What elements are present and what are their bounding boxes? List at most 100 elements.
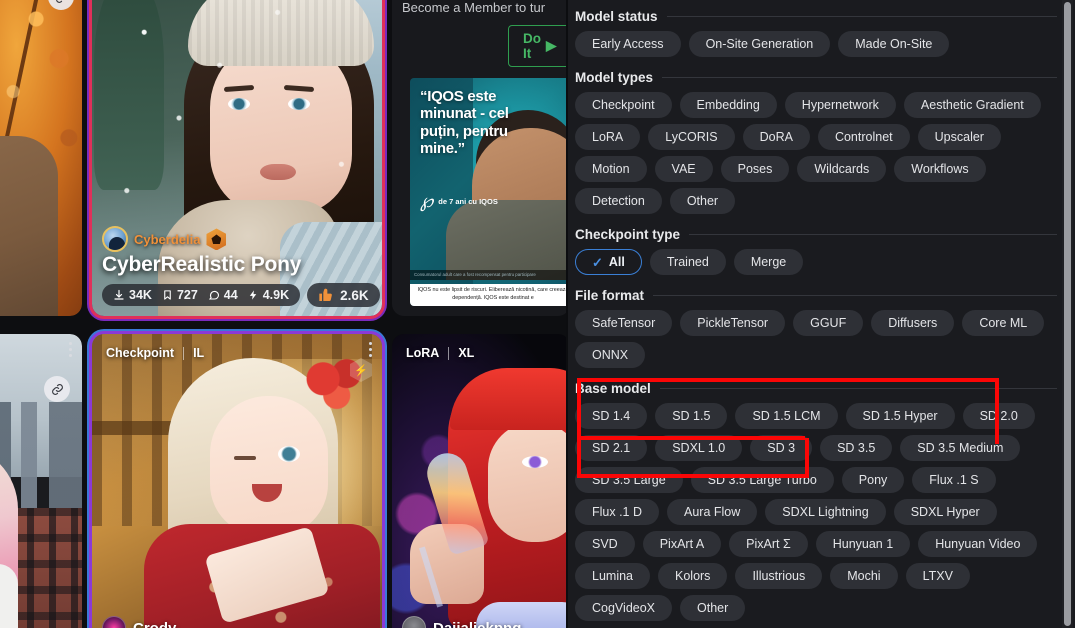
filter-pill-lycoris[interactable]: LyCORIS bbox=[648, 124, 735, 150]
panel-scrollbar[interactable] bbox=[1062, 0, 1073, 628]
comments-stat: 44 bbox=[208, 288, 238, 302]
do-it-button[interactable]: Do It ▶ bbox=[508, 25, 570, 67]
filter-pill-lora[interactable]: LoRA bbox=[575, 124, 641, 150]
filter-pill-detection[interactable]: Detection bbox=[575, 188, 662, 214]
filter-pill-pony[interactable]: Pony bbox=[841, 467, 905, 493]
filter-pill-sd-1-5-lcm[interactable]: SD 1.5 LCM bbox=[735, 403, 838, 429]
avatar[interactable] bbox=[102, 226, 128, 253]
card-uploader[interactable]: Daijaliekpnq bbox=[402, 616, 521, 628]
section-header: File format bbox=[575, 279, 1057, 310]
filter-pill-sd-3-5-medium[interactable]: SD 3.5 Medium bbox=[900, 435, 1021, 461]
filter-pill-trained[interactable]: Trained bbox=[649, 249, 726, 275]
filter-pill-other[interactable]: Other bbox=[669, 188, 736, 214]
filter-pill-pixart-a[interactable]: PixArt A bbox=[642, 531, 722, 557]
filter-pill-poses[interactable]: Poses bbox=[720, 156, 790, 182]
filter-pill-svd[interactable]: SVD bbox=[575, 531, 635, 557]
filter-pill-pickletensor[interactable]: PickleTensor bbox=[680, 310, 786, 336]
filter-options: Checkpoint Embedding Hypernetwork Aesthetic… bbox=[575, 92, 1057, 216]
filter-pill-label: DoRA bbox=[759, 130, 793, 144]
filter-pill-all[interactable]: ✓ All bbox=[575, 249, 642, 275]
filter-pill-label: Hunyuan 1 bbox=[832, 537, 894, 551]
filter-pill-sd-2-1[interactable]: SD 2.1 bbox=[575, 435, 648, 461]
filter-pill-core-ml[interactable]: Core ML bbox=[962, 310, 1045, 336]
filter-pill-mochi[interactable]: Mochi bbox=[830, 563, 898, 589]
filter-pill-label: CogVideoX bbox=[592, 601, 656, 615]
filter-pill-sd-3[interactable]: SD 3 bbox=[750, 435, 813, 461]
filter-pill-illustrious[interactable]: Illustrious bbox=[735, 563, 823, 589]
promo-text: Become a Member to tur bbox=[402, 0, 546, 15]
filter-pill-flux-1-d[interactable]: Flux .1 D bbox=[575, 499, 660, 525]
filter-pill-sdxl-1-0[interactable]: SDXL 1.0 bbox=[655, 435, 743, 461]
gallery-card-crody[interactable]: Checkpoint IL ⚡ Crody bbox=[92, 334, 382, 628]
filter-pill-other[interactable]: Other bbox=[680, 595, 746, 621]
thumbs-up-pill[interactable]: 2.6K bbox=[307, 283, 380, 307]
card-options-menu[interactable] bbox=[369, 342, 372, 357]
filter-panel: Model status Early Access On-Site Generati… bbox=[566, 0, 1075, 628]
filter-pill-wildcards[interactable]: Wildcards bbox=[797, 156, 887, 182]
filter-pill-controlnet[interactable]: Controlnet bbox=[817, 124, 910, 150]
filter-pill-motion[interactable]: Motion bbox=[575, 156, 647, 182]
filter-pill-workflows[interactable]: Workflows bbox=[894, 156, 986, 182]
filter-pill-sd-3-5[interactable]: SD 3.5 bbox=[820, 435, 893, 461]
filter-section-model-types: Model types Checkpoint Embedding Hypernetwo… bbox=[575, 61, 1057, 218]
filter-pill-on-site-generation[interactable]: On-Site Generation bbox=[688, 31, 831, 57]
filter-pill-label: Diffusers bbox=[888, 316, 938, 330]
filter-pill-sdxl-lightning[interactable]: SDXL Lightning bbox=[765, 499, 886, 525]
filter-pill-checkpoint[interactable]: Checkpoint bbox=[575, 92, 672, 118]
filter-pill-hypernetwork[interactable]: Hypernetwork bbox=[784, 92, 896, 118]
gallery-card-city[interactable] bbox=[0, 334, 82, 628]
link-chip-icon[interactable] bbox=[44, 376, 70, 402]
filter-pill-diffusers[interactable]: Diffusers bbox=[871, 310, 955, 336]
filter-pill-onnx[interactable]: ONNX bbox=[575, 342, 646, 368]
filter-pill-flux-1-s[interactable]: Flux .1 S bbox=[912, 467, 996, 493]
avatar[interactable] bbox=[402, 616, 426, 628]
filter-pill-label: Made On-Site bbox=[855, 37, 933, 51]
filter-pill-hunyuan-video[interactable]: Hunyuan Video bbox=[918, 531, 1038, 557]
filter-pill-ltxv[interactable]: LTXV bbox=[905, 563, 970, 589]
filter-pill-early-access[interactable]: Early Access bbox=[575, 31, 681, 57]
filter-pill-safetensor[interactable]: SafeTensor bbox=[575, 310, 673, 336]
avatar[interactable] bbox=[102, 616, 126, 628]
filter-pill-embedding[interactable]: Embedding bbox=[679, 92, 777, 118]
scrollbar-thumb[interactable] bbox=[1064, 2, 1071, 626]
card-uploader[interactable]: Cyberdelia bbox=[102, 226, 372, 253]
section-header: Base model bbox=[575, 372, 1057, 403]
filter-pill-merge[interactable]: Merge bbox=[733, 249, 804, 275]
filter-pill-label: Hypernetwork bbox=[801, 98, 879, 112]
card-uploader[interactable]: Crody bbox=[102, 616, 176, 628]
card-options-menu[interactable] bbox=[69, 342, 72, 357]
filter-pill-sd-3-5-large[interactable]: SD 3.5 Large bbox=[575, 467, 683, 493]
filter-pill-kolors[interactable]: Kolors bbox=[658, 563, 728, 589]
panel-divider bbox=[566, 0, 568, 628]
download-icon bbox=[114, 289, 124, 300]
filter-pill-pixart[interactable]: PixArt Σ bbox=[729, 531, 808, 557]
filter-pill-sd-1-5[interactable]: SD 1.5 bbox=[655, 403, 728, 429]
filter-pill-sd-1-4[interactable]: SD 1.4 bbox=[575, 403, 648, 429]
gallery-card-cyberrealistic-pony[interactable]: Cyberdelia CyberRealistic Pony 34K 727 4… bbox=[92, 0, 382, 316]
filter-pill-lumina[interactable]: Lumina bbox=[575, 563, 650, 589]
filter-pill-made-on-site[interactable]: Made On-Site bbox=[838, 31, 950, 57]
filter-pill-gguf[interactable]: GGUF bbox=[793, 310, 864, 336]
section-header: Model types bbox=[575, 61, 1057, 92]
filter-pill-vae[interactable]: VAE bbox=[654, 156, 713, 182]
filter-section-checkpoint-type: Checkpoint type ✓ All Trained Merge bbox=[575, 218, 1057, 279]
filter-pill-sd-2-0[interactable]: SD 2.0 bbox=[962, 403, 1035, 429]
filter-pill-hunyuan-1[interactable]: Hunyuan 1 bbox=[815, 531, 911, 557]
filter-pill-aesthetic-gradient[interactable]: Aesthetic Gradient bbox=[903, 92, 1041, 118]
filter-pill-sd-1-5-hyper[interactable]: SD 1.5 Hyper bbox=[845, 403, 955, 429]
filter-pill-label: Aura Flow bbox=[684, 505, 741, 519]
filter-pill-label: Pony bbox=[858, 473, 888, 487]
filter-pill-aura-flow[interactable]: Aura Flow bbox=[667, 499, 758, 525]
model-gallery: 3.5K Cy bbox=[0, 0, 570, 628]
gallery-card-autumn[interactable]: 3.5K bbox=[0, 0, 82, 316]
filter-pill-upscaler[interactable]: Upscaler bbox=[917, 124, 1001, 150]
advertisement[interactable]: “IQOS este minunat - cel puțin, pentru m… bbox=[410, 78, 570, 306]
filter-pill-label: SDXL 1.0 bbox=[672, 441, 726, 455]
gallery-card-lora[interactable]: LoRA XL Daijaliekpnq bbox=[392, 334, 570, 628]
filter-pill-sdxl-hyper[interactable]: SDXL Hyper bbox=[893, 499, 997, 525]
filter-pill-label: SD 3 bbox=[767, 441, 796, 455]
ad-signature: ℘ de 7 ani cu IQOS bbox=[420, 190, 498, 213]
filter-pill-sd-3-5-large-turbo[interactable]: SD 3.5 Large Turbo bbox=[690, 467, 834, 493]
filter-pill-dora[interactable]: DoRA bbox=[742, 124, 810, 150]
filter-pill-cogvideox[interactable]: CogVideoX bbox=[575, 595, 673, 621]
